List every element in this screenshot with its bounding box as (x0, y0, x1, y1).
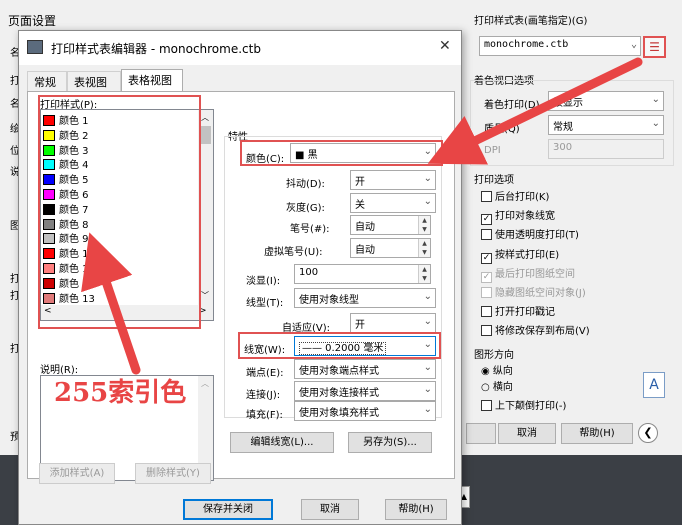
annotation-arrows (81, 57, 643, 375)
arrow-to-styles-list (81, 232, 141, 375)
annotation-255-index-color: 255索引色 (54, 378, 187, 408)
arrow-to-color-property (427, 57, 643, 165)
